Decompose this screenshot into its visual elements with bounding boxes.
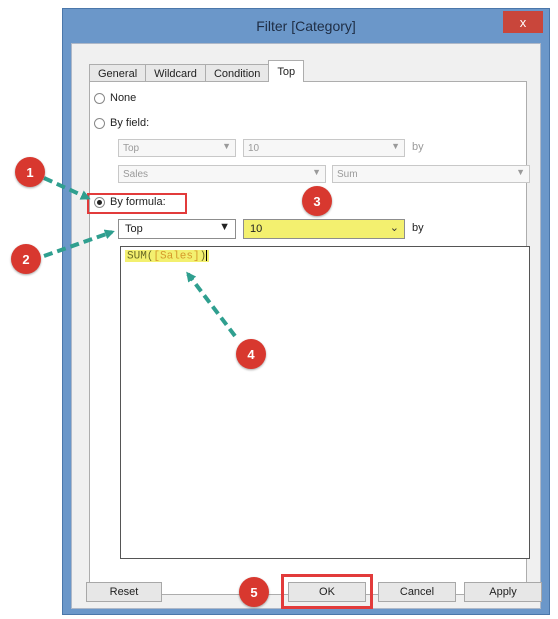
radio-by-field[interactable]	[94, 117, 105, 129]
chevron-down-icon: ▼	[516, 167, 525, 177]
field-direction-select[interactable]: Top ▼	[118, 139, 236, 157]
tab-bar: General Wildcard Condition Top	[89, 60, 305, 82]
radio-none-label: None	[110, 92, 137, 104]
chevron-down-icon: ▼	[219, 221, 230, 233]
chevron-down-icon: ⌄	[389, 222, 399, 234]
formula-count-value: 10	[250, 223, 263, 235]
formula-count-select[interactable]: 10 ⌄	[243, 219, 405, 239]
field-name-select[interactable]: Sales ▼	[118, 165, 326, 183]
formula-field: [Sales]	[153, 250, 200, 263]
apply-button[interactable]: Apply	[464, 582, 542, 602]
close-button[interactable]: x	[503, 11, 543, 33]
formula-function: SUM(	[127, 250, 154, 263]
text-cursor	[206, 250, 208, 261]
step-marker-1: 1	[15, 157, 45, 187]
close-icon: x	[519, 14, 527, 30]
chevron-down-icon: ▼	[312, 167, 321, 177]
tab-general[interactable]: General	[89, 64, 147, 82]
formula-direction-value: Top	[125, 223, 143, 235]
field-count-select[interactable]: 10 ▼	[243, 139, 405, 157]
tab-wildcard[interactable]: Wildcard	[145, 64, 206, 82]
window-title: Filter [Category]	[256, 18, 356, 34]
cancel-button[interactable]: Cancel	[378, 582, 456, 602]
reset-button[interactable]: Reset	[86, 582, 162, 602]
step-marker-2: 2	[11, 244, 41, 274]
field-aggregation-select[interactable]: Sum ▼	[332, 165, 530, 183]
tab-top[interactable]: Top	[268, 60, 305, 82]
chevron-down-icon: ▼	[391, 141, 400, 151]
radio-none-row[interactable]: None	[94, 92, 136, 104]
formula-close-paren: )	[199, 250, 207, 263]
radio-by-field-label: By field:	[110, 117, 150, 129]
annotation-highlight-ok	[281, 574, 373, 609]
field-count-value: 10	[248, 142, 260, 154]
field-direction-value: Top	[123, 142, 140, 154]
field-name-value: Sales	[123, 168, 149, 180]
tab-condition[interactable]: Condition	[204, 64, 270, 82]
annotation-highlight-by-formula	[87, 193, 187, 214]
radio-none[interactable]	[94, 92, 105, 104]
field-by-label: by	[412, 141, 424, 153]
step-marker-5: 5	[239, 577, 269, 607]
formula-by-label: by	[412, 222, 424, 234]
radio-by-field-row[interactable]: By field:	[94, 117, 149, 129]
formula-direction-select[interactable]: Top ▼	[118, 219, 236, 239]
formula-editor[interactable]: SUM([Sales])	[120, 246, 530, 559]
step-marker-4: 4	[236, 339, 266, 369]
formula-text: SUM([Sales])	[125, 250, 210, 263]
field-aggregation-value: Sum	[337, 168, 358, 180]
chevron-down-icon: ▼	[222, 141, 231, 151]
step-marker-3: 3	[302, 186, 332, 216]
